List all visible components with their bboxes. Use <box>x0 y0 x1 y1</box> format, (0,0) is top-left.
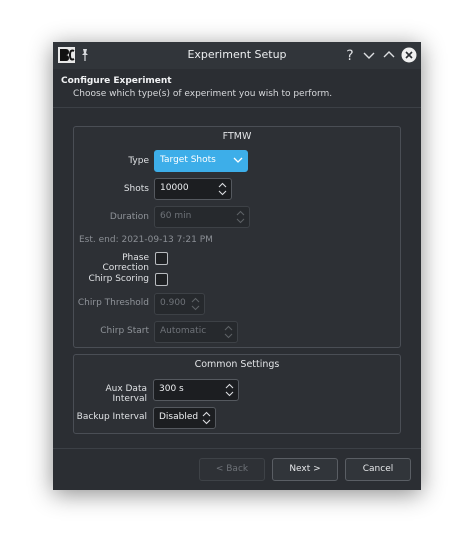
type-combobox-value: Target Shots <box>160 155 216 165</box>
common-settings-title: Common Settings <box>194 359 280 370</box>
shots-value: 10000 <box>160 183 189 193</box>
back-button[interactable]: < Back <box>199 458 265 481</box>
spin-arrows-icon[interactable] <box>201 410 212 426</box>
close-icon[interactable] <box>401 47 417 63</box>
title-bar[interactable]: Experiment Setup ? <box>53 42 421 69</box>
spin-arrows-icon[interactable] <box>190 296 201 312</box>
spin-arrows-icon[interactable] <box>217 181 228 197</box>
chirp-scoring-checkbox[interactable] <box>155 273 168 286</box>
aux-data-interval-value: 300 s <box>159 384 184 394</box>
aux-data-interval-spinbox[interactable]: 300 s <box>153 379 239 401</box>
ftmw-group: FTMW Type Target Shots Shots 10000 Durat… <box>73 126 401 348</box>
backup-interval-spinbox[interactable]: Disabled <box>153 407 216 429</box>
chirp-threshold-spinbox[interactable]: 0.900 <box>154 293 205 315</box>
spin-arrows-icon[interactable] <box>224 382 235 398</box>
common-settings-group: Common Settings Aux Data Interval 300 s … <box>73 354 401 434</box>
spin-arrows-icon[interactable] <box>235 209 246 225</box>
spin-arrows-icon[interactable] <box>223 324 234 340</box>
phase-correction-checkbox[interactable] <box>155 252 168 265</box>
experiment-setup-window: Experiment Setup ? Configure Experiment … <box>53 42 421 490</box>
minimize-icon[interactable] <box>361 47 377 63</box>
help-glyph: ? <box>346 48 353 63</box>
chirp-start-label: Chirp Start <box>100 326 149 336</box>
duration-label: Duration <box>109 212 149 222</box>
chirp-start-spinbox[interactable]: Automatic <box>154 321 238 343</box>
footer-divider <box>53 448 421 449</box>
help-icon[interactable]: ? <box>342 47 358 63</box>
page-subtitle: Choose which type(s) of experiment you w… <box>73 89 333 99</box>
type-combobox[interactable]: Target Shots <box>154 150 248 172</box>
estimated-end-text: Est. end: 2021-09-13 7:21 PM <box>79 235 213 245</box>
chirp-scoring-label: Chirp Scoring <box>88 274 149 284</box>
type-label: Type <box>128 156 149 166</box>
header-divider <box>53 107 421 108</box>
ftmw-group-title: FTMW <box>222 131 252 142</box>
backup-interval-label: Backup Interval <box>76 412 147 422</box>
shots-label: Shots <box>123 184 149 194</box>
aux-data-interval-label: Aux Data Interval <box>105 384 147 404</box>
duration-spinbox[interactable]: 60 min <box>154 206 250 228</box>
chirp-start-value: Automatic <box>160 326 207 336</box>
shots-spinbox[interactable]: 10000 <box>154 178 232 200</box>
chevron-down-icon <box>233 157 243 163</box>
chirp-threshold-label: Chirp Threshold <box>77 298 149 308</box>
page-title: Configure Experiment <box>61 76 172 86</box>
chirp-threshold-value: 0.900 <box>160 298 186 308</box>
duration-value: 60 min <box>160 211 192 221</box>
maximize-icon[interactable] <box>381 47 397 63</box>
phase-correction-label: Phase Correction <box>102 253 149 273</box>
cancel-button[interactable]: Cancel <box>345 458 411 481</box>
next-button[interactable]: Next > <box>272 458 338 481</box>
backup-interval-value: Disabled <box>159 412 199 422</box>
